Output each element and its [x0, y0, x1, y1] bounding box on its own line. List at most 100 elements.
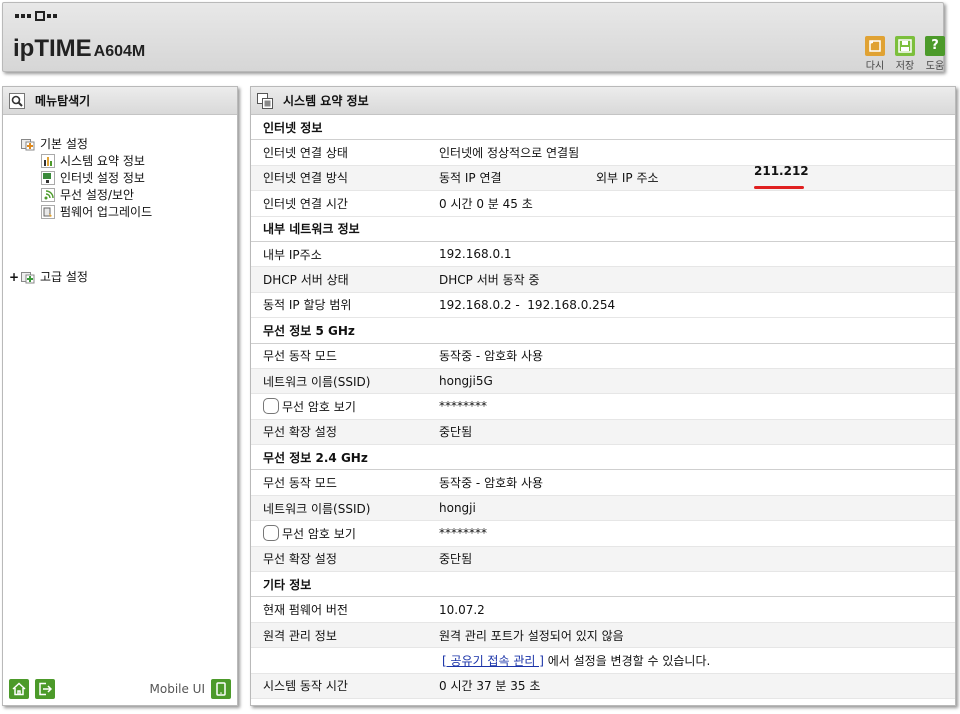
table-row: 무선 동작 모드 동작중 - 암호화 사용 [251, 344, 955, 369]
table-row: 내부 IP주소 192.168.0.1 [251, 242, 955, 268]
row-value: 동작중 - 암호화 사용 [439, 476, 544, 491]
mobile-phone-icon [211, 679, 231, 699]
show-password-checkbox-24ghz[interactable] [263, 525, 279, 542]
table-row: 현재 펌웨어 버전 10.07.2 [251, 597, 955, 623]
table-row: 네트워크 이름(SSID) hongji [251, 495, 955, 522]
window-icon [257, 92, 273, 109]
section-wifi-24ghz: 무선 정보 2.4 GHz [251, 445, 955, 471]
tree-basic-settings[interactable]: 기본 설정 [21, 135, 152, 152]
sidebar-item-internet-settings[interactable]: 인터넷 설정 정보 [21, 169, 152, 186]
tree-basic-label: 기본 설정 [40, 137, 88, 151]
external-ip-text: 211.212 [754, 163, 809, 178]
remote-admin-suffix: 에서 설정을 변경할 수 있습니다. [543, 653, 711, 668]
external-ip-value: 211.212 [754, 164, 809, 192]
row-label: 현재 펌웨어 버전 [263, 603, 348, 618]
row-value: 중단됨 [439, 552, 473, 567]
section-lan: 내부 네트워크 정보 [251, 216, 955, 242]
table-row: 무선 확장 설정 중단됨 [251, 546, 955, 573]
section-etc: 기타 정보 [251, 572, 955, 598]
table-row: DHCP 서버 상태 DHCP 서버 동작 중 [251, 267, 955, 293]
row-label: 동적 IP 할당 범위 [263, 298, 352, 313]
row-label: 인터넷 연결 상태 [263, 146, 348, 161]
row-label: 원격 관리 정보 [263, 628, 337, 643]
row-value: 중단됨 [439, 425, 473, 440]
redaction-mark [754, 185, 804, 189]
page-title: 시스템 요약 정보 [283, 94, 369, 108]
logout-button[interactable] [35, 679, 55, 699]
mobile-ui-link[interactable]: Mobile UI [149, 679, 231, 699]
row-label: 무선 확장 설정 [263, 552, 337, 567]
row-value: 192.168.0.2 - 192.168.0.254 [439, 297, 616, 312]
firmware-icon [41, 204, 55, 219]
table-row: 인터넷 연결 시간 0 시간 0 분 45 초 [251, 191, 955, 217]
menu-explorer: 메뉴탐색기 기본 설정 시스템 요약 정보 인터넷 설정 정보 무선 설정/보안… [2, 86, 238, 706]
brand-name: ipTIME [13, 35, 92, 62]
row-label: 무선 동작 모드 [263, 349, 337, 364]
help-icon: ? [925, 36, 945, 56]
password-value: ******** [439, 399, 487, 414]
table-row: 무선 동작 모드 동작중 - 암호화 사용 [251, 470, 955, 496]
summary-header: 시스템 요약 정보 [251, 87, 955, 115]
folder-settings-icon [21, 138, 35, 150]
undo-label: 다시 [865, 61, 885, 72]
sidebar-item-label: 인터넷 설정 정보 [60, 171, 145, 185]
mobile-ui-label: Mobile UI [149, 682, 206, 696]
row-label: 시스템 동작 시간 [263, 679, 348, 694]
logout-icon [39, 682, 52, 696]
row-value: 인터넷에 정상적으로 연결됨 [439, 146, 580, 161]
row-value: 원격 관리 포트가 설정되어 있지 않음 [439, 628, 624, 643]
show-password-checkbox-5ghz[interactable] [263, 398, 279, 415]
help-label: 도움 [925, 61, 945, 72]
sidebar-item-wireless-settings[interactable]: 무선 설정/보안 [21, 186, 152, 203]
home-button[interactable] [9, 679, 29, 699]
row-label: 네트워크 이름(SSID) [263, 501, 371, 516]
row-value: hongji [439, 501, 476, 516]
remote-admin-note: [ 공유기 접속 관리 ] 에서 설정을 변경할 수 있습니다. [439, 652, 710, 669]
external-ip-label: 외부 IP 주소 [596, 171, 659, 186]
row-label: 인터넷 연결 시간 [263, 196, 348, 211]
row-label: 네트워크 이름(SSID) [263, 374, 371, 389]
wireless-icon [41, 187, 55, 202]
table-row: 무선 암호 보기 ******** [251, 394, 955, 420]
menu-tree: 기본 설정 시스템 요약 정보 인터넷 설정 정보 무선 설정/보안 펌웨어 업… [21, 135, 152, 220]
tree-advanced-settings[interactable]: + 고급 설정 [9, 268, 88, 285]
save-icon [895, 36, 915, 56]
table-row: 인터넷 연결 상태 인터넷에 정상적으로 연결됨 [251, 140, 955, 166]
summary-panel: 시스템 요약 정보 인터넷 정보 인터넷 연결 상태 인터넷에 정상적으로 연결… [250, 86, 956, 706]
sidebar-item-system-summary[interactable]: 시스템 요약 정보 [21, 152, 152, 169]
logo: ipTIME A604M [13, 35, 145, 63]
password-value: ******** [439, 526, 487, 541]
table-row: 원격 관리 정보 원격 관리 포트가 설정되어 있지 않음 [251, 622, 955, 649]
magnifier-icon [9, 92, 25, 109]
menu-explorer-header: 메뉴탐색기 [3, 87, 237, 115]
row-value: 동적 IP 연결 [439, 171, 502, 186]
table-row: 무선 암호 보기 ******** [251, 521, 955, 547]
row-label: 무선 확장 설정 [263, 425, 337, 440]
show-password-5ghz: 무선 암호 보기 [251, 398, 439, 415]
table-row: 네트워크 이름(SSID) hongji5G [251, 368, 955, 395]
save-button[interactable]: 저장 [891, 36, 919, 72]
sidebar-item-label: 펌웨어 업그레이드 [60, 205, 153, 219]
undo-button[interactable]: 다시 [861, 36, 889, 72]
save-label: 저장 [895, 61, 915, 72]
bar-chart-icon [41, 153, 55, 168]
row-value: 10.07.2 [439, 602, 485, 617]
row-value: 0 시간 0 분 45 초 [439, 196, 533, 211]
help-button[interactable]: ? 도움 [921, 36, 949, 72]
home-icon [12, 682, 26, 696]
logo-mark [15, 11, 57, 21]
sidebar-footer: Mobile UI [9, 679, 231, 699]
table-row: [ 공유기 접속 관리 ] 에서 설정을 변경할 수 있습니다. [251, 648, 955, 674]
table-row: 무선 확장 설정 중단됨 [251, 419, 955, 446]
sidebar-item-firmware-upgrade[interactable]: 펌웨어 업그레이드 [21, 203, 152, 220]
router-access-link[interactable]: [ 공유기 접속 관리 ] [442, 654, 544, 668]
expand-icon[interactable]: + [9, 270, 21, 284]
section-internet: 인터넷 정보 [251, 115, 955, 141]
undo-icon [865, 36, 885, 56]
folder-advanced-icon [21, 271, 35, 283]
row-label: 무선 암호 보기 [282, 399, 356, 414]
sidebar-item-label: 무선 설정/보안 [60, 188, 135, 202]
row-value: 동작중 - 암호화 사용 [439, 349, 544, 364]
table-row: 시스템 동작 시간 0 시간 37 분 35 초 [251, 673, 955, 699]
row-value: hongji5G [439, 374, 493, 389]
